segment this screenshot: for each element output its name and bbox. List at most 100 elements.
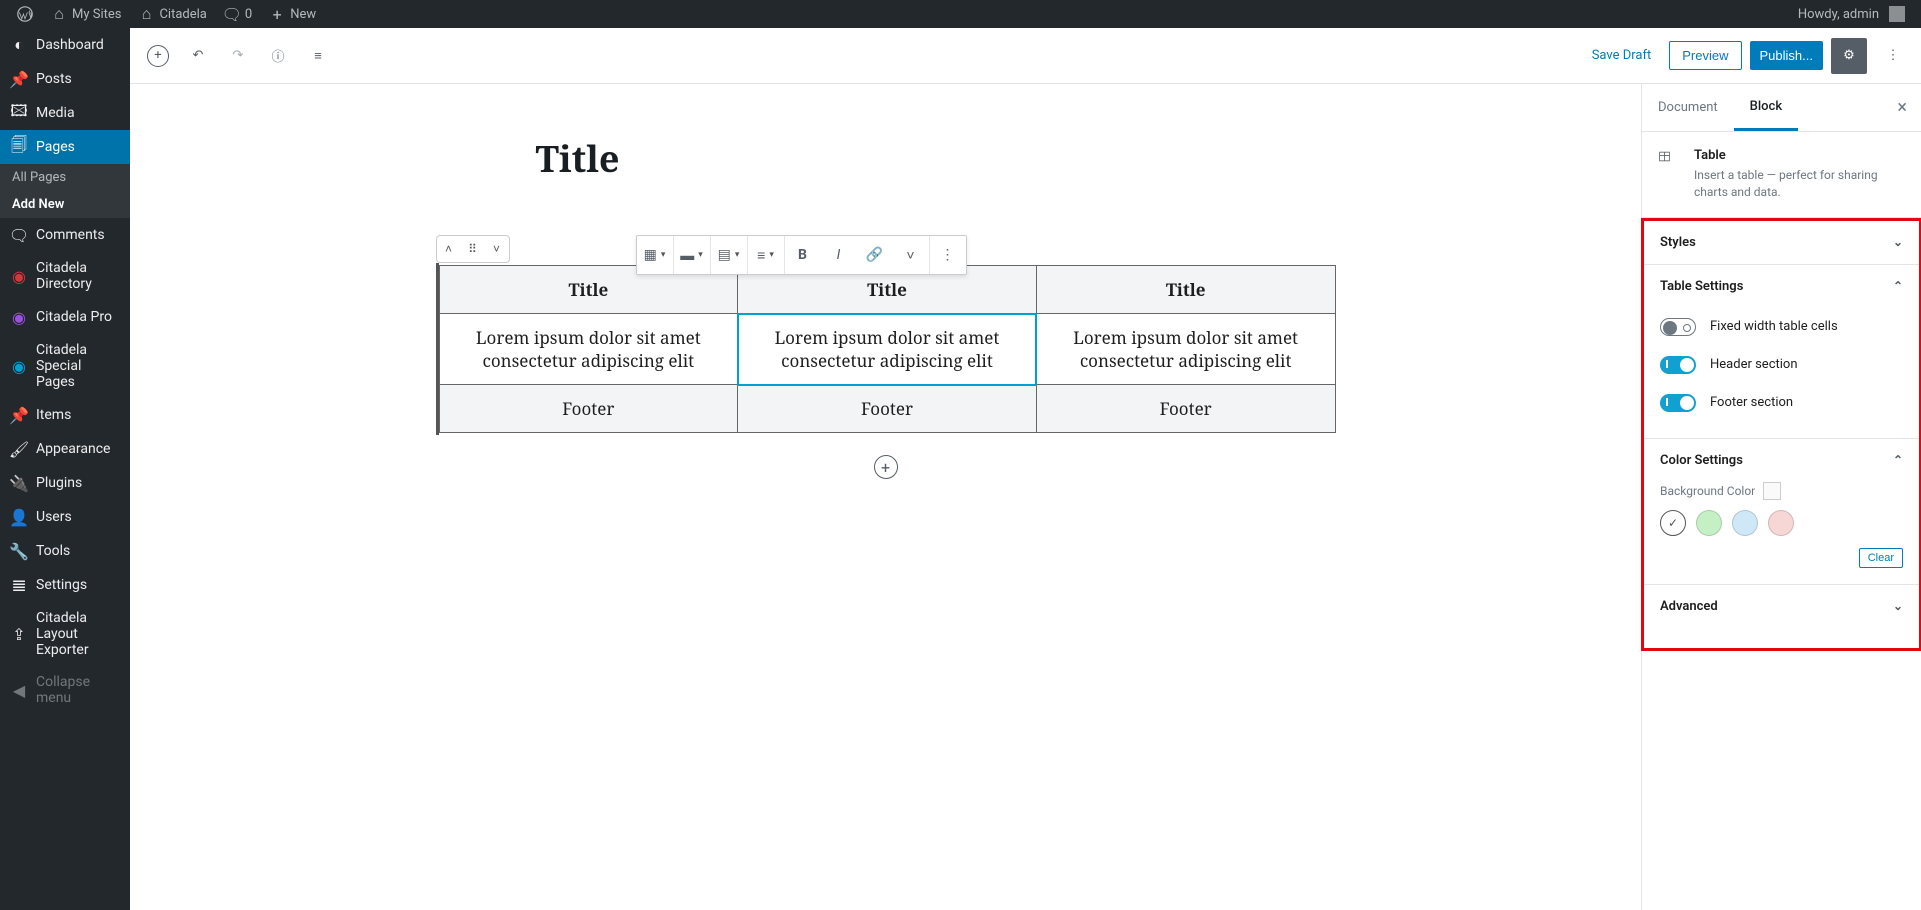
menu-posts[interactable]: 📌Posts [0,62,130,96]
howdy-label: Howdy, admin [1798,7,1879,22]
redo-button[interactable]: ↷ [220,38,256,74]
text-align-button[interactable]: ≡ [748,236,784,274]
home-icon: ⌂ [137,5,155,23]
toggle-header-section-label: Header section [1710,357,1798,372]
save-draft-button[interactable]: Save Draft [1582,42,1662,69]
citadela-special-icon: ◉ [10,357,28,375]
italic-button[interactable]: I [821,236,857,274]
bold-button[interactable]: B [785,236,821,274]
chevron-down-icon: ⌄ [1893,235,1903,249]
submenu-add-new[interactable]: Add New [0,191,130,218]
export-icon: ⇪ [10,625,28,643]
my-sites-link[interactable]: ⌂My Sites [42,0,129,28]
pin-icon: 📌 [10,70,28,88]
wp-logo[interactable] [8,0,42,28]
table-cell[interactable]: Lorem ipsum dolor sit amet consectetur a… [738,314,1037,385]
block-more-button[interactable]: ⋮ [930,236,966,274]
close-icon: × [1897,97,1907,118]
table-header-cell[interactable]: Title [1036,266,1335,314]
align-button[interactable]: ▬ [674,236,710,274]
toggle-fixed-width[interactable] [1660,318,1696,336]
panel-color-settings-header[interactable]: Color Settings ⌃ [1644,439,1919,482]
menu-citadela-directory[interactable]: ◉Citadela Directory [0,252,130,300]
undo-button[interactable]: ↶ [180,38,216,74]
close-inspector-button[interactable]: × [1883,97,1921,118]
more-rich-text-button[interactable]: ˅ [893,236,929,274]
color-swatch[interactable] [1660,510,1686,536]
color-swatch[interactable] [1768,510,1794,536]
menu-comments[interactable]: 🗨Comments [0,218,130,252]
plug-icon: 🔌 [10,474,28,492]
color-swatch[interactable] [1732,510,1758,536]
menu-users[interactable]: 👤Users [0,500,130,534]
publish-button[interactable]: Publish... [1750,41,1823,70]
menu-dashboard[interactable]: ◐Dashboard [0,28,130,62]
table-footer-cell[interactable]: Footer [738,385,1037,433]
table-footer-cell[interactable]: Footer [1036,385,1335,433]
editor: + ↶ ↷ ⓘ ≡ Save Draft Preview Publish... … [130,28,1921,910]
block-card-description: Insert a table — perfect for sharing cha… [1694,167,1905,201]
table-icon [1658,150,1682,174]
info-button[interactable]: ⓘ [260,38,296,74]
table-icon: ▦ [644,247,657,263]
table-cell[interactable]: Lorem ipsum dolor sit amet consectetur a… [1036,314,1335,385]
wrench-icon: 🔧 [10,542,28,560]
clear-color-button[interactable]: Clear [1859,548,1903,568]
edit-table-button[interactable]: ▤ [711,236,747,274]
link-button[interactable]: 🔗 [857,236,893,274]
color-swatch[interactable] [1696,510,1722,536]
panel-styles-header[interactable]: Styles ⌄ [1644,221,1919,264]
more-options-button[interactable]: ⋮ [1875,38,1911,74]
kebab-icon: ⋮ [1887,48,1900,63]
chevron-up-icon: ⌃ [1893,453,1903,467]
menu-tools[interactable]: 🔧Tools [0,534,130,568]
table-footer-cell[interactable]: Footer [439,385,738,433]
current-color-chip [1763,482,1781,500]
settings-toggle-button[interactable]: ⚙ [1831,38,1867,74]
submenu-all-pages[interactable]: All Pages [0,164,130,191]
add-block-button[interactable]: + [874,455,898,479]
block-type-button[interactable]: ▦ [637,236,673,274]
site-link[interactable]: ⌂ Citadela [129,0,214,28]
menu-layout-exporter[interactable]: ⇪Citadela Layout Exporter [0,602,130,666]
comments-link[interactable]: 🗨0 [215,0,260,28]
new-link[interactable]: +New [260,0,324,28]
move-down-button[interactable]: ˅ [485,236,509,262]
menu-citadela-pro[interactable]: ◉Citadela Pro [0,300,130,334]
menu-settings[interactable]: 𝌆Settings [0,568,130,602]
tab-block[interactable]: Block [1734,85,1798,131]
align-icon: ▬ [680,247,694,264]
menu-items[interactable]: 📌Items [0,398,130,432]
pages-icon: 🗐 [10,138,28,156]
preview-button[interactable]: Preview [1669,41,1741,70]
post-title[interactable]: Title [536,134,1236,183]
admin-bar: ⌂My Sites ⌂ Citadela 🗨0 +New Howdy, admin [0,0,1921,28]
outline-button[interactable]: ≡ [300,38,336,74]
drag-handle[interactable]: ⠿ [461,236,485,262]
table-cell[interactable]: Lorem ipsum dolor sit amet consectetur a… [439,314,738,385]
panel-advanced-header[interactable]: Advanced ⌄ [1644,585,1919,628]
my-sites-label: My Sites [72,7,121,22]
toggle-header-section[interactable] [1660,356,1696,374]
menu-media[interactable]: 🖾Media [0,96,130,130]
table-block[interactable]: Title Title Title Lorem ipsum dolor sit … [436,263,1336,435]
tab-document[interactable]: Document [1642,86,1734,129]
toggle-footer-section-label: Footer section [1710,395,1793,410]
plus-icon: + [268,5,286,23]
editor-canvas[interactable]: Title ˄ ⠿ ˅ ▦ ▬ ▤ ≡ B I 🔗 ˅ [130,84,1641,910]
admin-sidebar: ◐Dashboard 📌Posts 🖾Media 🗐Pages All Page… [0,28,130,910]
menu-appearance[interactable]: 🖌Appearance [0,432,130,466]
collapse-menu[interactable]: ◀Collapse menu [0,666,130,714]
toggle-footer-section[interactable] [1660,394,1696,412]
site-label: Citadela [159,7,206,22]
panel-table-settings-header[interactable]: Table Settings ⌃ [1644,265,1919,308]
menu-plugins[interactable]: 🔌Plugins [0,466,130,500]
move-up-button[interactable]: ˄ [437,236,461,262]
howdy-link[interactable]: Howdy, admin [1790,0,1913,28]
menu-pages[interactable]: 🗐Pages [0,130,130,164]
menu-citadela-special[interactable]: ◉Citadela Special Pages [0,334,130,398]
user-icon: 👤 [10,508,28,526]
collapse-icon: ◀ [10,681,28,699]
inserter-button[interactable]: + [140,38,176,74]
sliders-icon: 𝌆 [10,576,28,594]
